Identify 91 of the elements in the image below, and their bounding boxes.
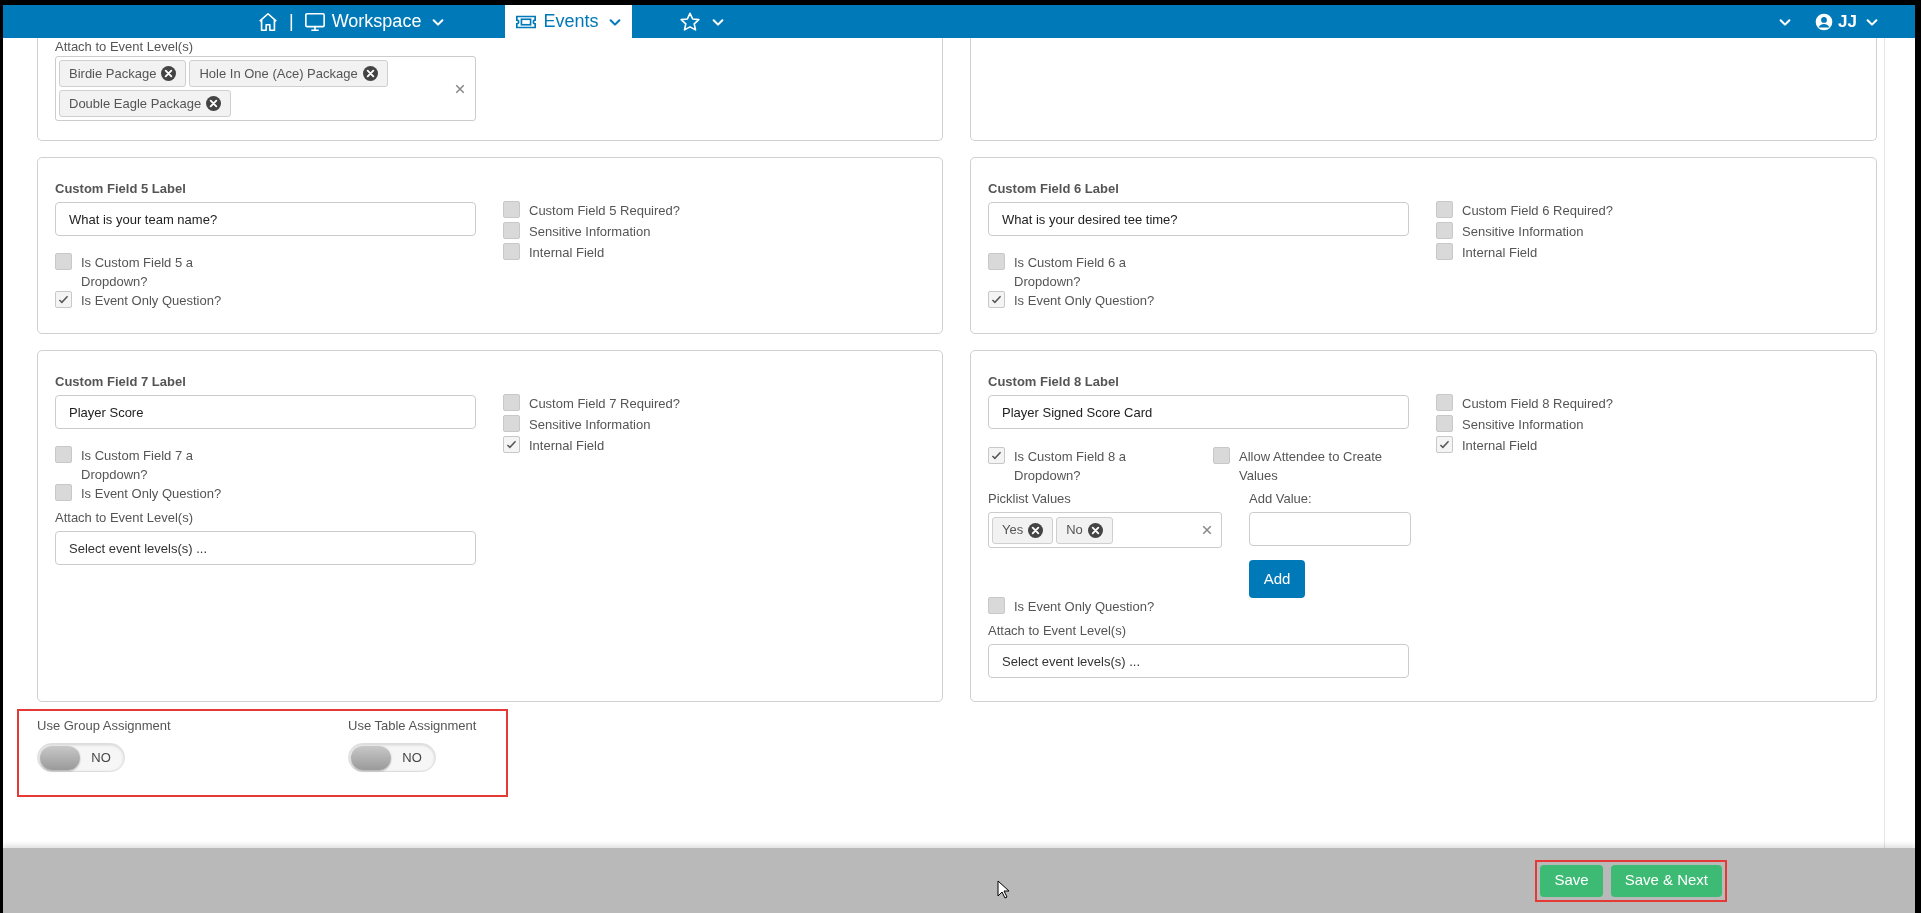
- checkbox[interactable]: [55, 291, 72, 308]
- checkbox-label: Custom Field 8 Required?: [1462, 395, 1614, 413]
- checkmark-icon: [990, 449, 1003, 462]
- checkbox[interactable]: [503, 415, 520, 432]
- input-field[interactable]: Select event levels(s) ...: [988, 644, 1409, 678]
- tag-label: Double Eagle Package: [69, 94, 202, 113]
- star-icon: [679, 10, 702, 33]
- checkbox-label: Is Custom Field 5 a Dropdown?: [81, 254, 194, 291]
- checkbox[interactable]: [503, 243, 520, 260]
- field-title: Custom Field 6 Label: [988, 181, 1120, 197]
- remove-icon: [1087, 522, 1103, 538]
- remove-icon: [1028, 522, 1044, 538]
- checkbox-label: Is Event Only Question?: [1014, 292, 1155, 310]
- checkbox-label: Is Custom Field 6 a Dropdown?: [1014, 254, 1127, 291]
- checkbox-label: Is Custom Field 8 a Dropdown?: [1014, 448, 1127, 485]
- checkbox[interactable]: [988, 447, 1005, 464]
- clear-icon: [1201, 524, 1213, 536]
- checkbox[interactable]: [55, 253, 72, 270]
- checkbox[interactable]: [1436, 394, 1453, 411]
- checkbox-label: Sensitive Information: [1462, 223, 1584, 241]
- checkbox[interactable]: [1436, 436, 1453, 453]
- checkbox-label: Is Event Only Question?: [1014, 598, 1155, 616]
- checkbox-label: Internal Field: [529, 244, 605, 262]
- tag-label: No: [1066, 521, 1083, 540]
- input-field[interactable]: Select event levels(s) ...: [55, 531, 476, 565]
- checkbox-label: Sensitive Information: [1462, 416, 1584, 434]
- field-label: Add Value:: [1249, 491, 1312, 507]
- multi-select-field[interactable]: Yes No: [988, 512, 1222, 548]
- tag-label: Birdie Package: [69, 64, 157, 83]
- home-icon: [257, 10, 279, 33]
- checkmark-icon: [505, 438, 518, 451]
- toggle-switch[interactable]: NO: [37, 743, 125, 772]
- checkbox[interactable]: [1213, 447, 1230, 464]
- input-field[interactable]: What is your team name?: [55, 202, 476, 236]
- checkbox[interactable]: [55, 484, 72, 501]
- checkmark-icon: [57, 293, 70, 306]
- checkbox-label: Sensitive Information: [529, 416, 651, 434]
- checkmark-icon: [1438, 438, 1451, 451]
- toggle-switch[interactable]: NO: [348, 743, 436, 772]
- checkmark-icon: [990, 293, 1003, 306]
- checkbox[interactable]: [1436, 222, 1453, 239]
- input-field[interactable]: [1249, 512, 1411, 546]
- checkbox[interactable]: [988, 597, 1005, 614]
- checkbox[interactable]: [988, 291, 1005, 308]
- checkbox[interactable]: [503, 394, 520, 411]
- checkbox[interactable]: [503, 201, 520, 218]
- nav-tab[interactable]: Events: [505, 5, 633, 38]
- checkbox-label: Is Event Only Question?: [81, 485, 222, 503]
- checkbox-label: Custom Field 5 Required?: [529, 202, 681, 220]
- checkbox[interactable]: [988, 253, 1005, 270]
- checkbox[interactable]: [55, 446, 72, 463]
- field-label: Attach to Event Level(s): [55, 39, 194, 55]
- checkbox-label: Custom Field 7 Required?: [529, 395, 681, 413]
- checkbox-label: Sensitive Information: [529, 223, 651, 241]
- tag-label: Yes: [1002, 521, 1024, 540]
- input-field[interactable]: Player Signed Score Card: [988, 395, 1409, 429]
- checkbox-label: Is Custom Field 7 a Dropdown?: [81, 447, 194, 484]
- checkbox[interactable]: [1436, 243, 1453, 260]
- field-title: Custom Field 8 Label: [988, 374, 1120, 390]
- nav-tab[interactable]: Workspace: [293, 5, 456, 38]
- add-button[interactable]: Add: [1249, 560, 1305, 598]
- remove-icon: [206, 96, 222, 111]
- field-label: Picklist Values: [988, 491, 1072, 507]
- checkbox[interactable]: [1436, 415, 1453, 432]
- checkbox-label: Internal Field: [529, 437, 605, 455]
- checkbox[interactable]: [1436, 201, 1453, 218]
- input-field[interactable]: Player Score: [55, 395, 476, 429]
- input-field[interactable]: What is your desired tee time?: [988, 202, 1409, 236]
- nav-separator: |: [289, 10, 294, 33]
- cursor-icon: [997, 880, 1009, 899]
- checkbox-label: Internal Field: [1462, 437, 1538, 455]
- user-avatar-icon: [1814, 11, 1835, 32]
- checkbox[interactable]: [503, 222, 520, 239]
- multi-select-field[interactable]: Birdie Package Hole In One (Ace) Package Double Eagle Package: [55, 56, 476, 121]
- user-menu[interactable]: JJ: [1814, 8, 1879, 35]
- clear-icon: [454, 82, 466, 95]
- checkbox-label: Custom Field 6 Required?: [1462, 202, 1614, 220]
- checkbox[interactable]: [503, 436, 520, 453]
- field-label: Attach to Event Level(s): [55, 510, 194, 526]
- toggle-label: Use Table Assignment: [348, 718, 478, 734]
- checkbox-label: Internal Field: [1462, 244, 1538, 262]
- field-title: Custom Field 7 Label: [55, 374, 187, 390]
- remove-icon: [362, 66, 378, 81]
- tag-label: Hole In One (Ace) Package: [199, 64, 358, 83]
- toggle-label: Use Group Assignment: [37, 718, 172, 734]
- remove-icon: [161, 66, 177, 81]
- checkbox-label: Is Event Only Question?: [81, 292, 222, 310]
- checkbox-label: Allow Attendee to Create Values: [1239, 448, 1384, 485]
- field-title: Custom Field 5 Label: [55, 181, 187, 197]
- monitor-icon: [303, 10, 326, 33]
- field-label: Attach to Event Level(s): [988, 623, 1127, 639]
